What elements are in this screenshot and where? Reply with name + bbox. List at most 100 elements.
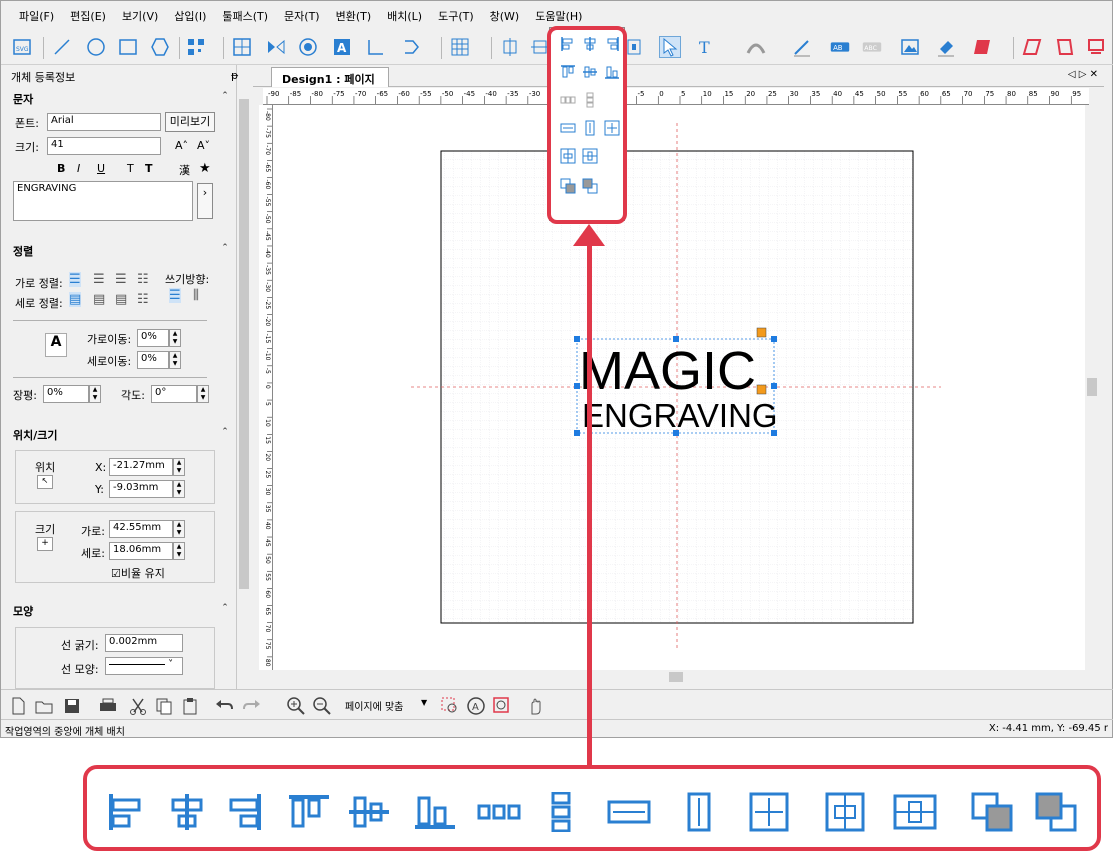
- menu-toolpath[interactable]: 툴패스(T): [222, 8, 268, 24]
- font-grow-icon[interactable]: A˄: [175, 139, 188, 152]
- size-anchor-icon[interactable]: +: [37, 537, 53, 551]
- ellipse-tool-icon[interactable]: [85, 36, 107, 58]
- dimension-tool-icon[interactable]: [365, 36, 387, 58]
- rotate-handle[interactable]: [756, 327, 767, 338]
- width-spinner[interactable]: ▲ ▼: [173, 520, 185, 538]
- text-input[interactable]: ENGRAVING: [13, 181, 193, 221]
- font-select[interactable]: Arial: [47, 113, 161, 131]
- offset-tool-icon[interactable]: [297, 36, 319, 58]
- table-tool-icon[interactable]: [231, 36, 253, 58]
- zoom-fit-dropdown[interactable]: 페이지에 맞춤: [345, 698, 403, 713]
- zoom-text-icon[interactable]: A: [465, 695, 487, 717]
- menu-edit[interactable]: 편집(E): [70, 8, 106, 24]
- font-shrink-icon[interactable]: A˅: [197, 139, 210, 152]
- v-move-spinner[interactable]: ▲ ▼: [169, 351, 181, 369]
- menu-help[interactable]: 도움말(H): [535, 8, 582, 24]
- new-file-icon[interactable]: [7, 695, 29, 717]
- bold-button[interactable]: B: [57, 162, 65, 175]
- zoom-page-icon[interactable]: [491, 695, 513, 717]
- eraser-tool-icon[interactable]: [935, 36, 957, 58]
- y-spinner[interactable]: ▲ ▼: [173, 480, 185, 498]
- h-align-left-icon[interactable]: ☰: [69, 272, 81, 287]
- italic-button[interactable]: I: [77, 162, 80, 175]
- collapse-icon[interactable]: ⌃: [219, 90, 231, 102]
- curve-text-icon[interactable]: [745, 36, 767, 58]
- horizontal-scrollbar[interactable]: [273, 670, 1085, 684]
- text-expand-button[interactable]: ›: [197, 183, 213, 219]
- keep-ratio-checkbox[interactable]: ☑비율 유지: [111, 565, 165, 581]
- tab-design1[interactable]: Design1 : 페이지1*: [271, 67, 389, 100]
- menu-tools[interactable]: 도구(T): [438, 8, 474, 24]
- line-tool-icon[interactable]: [51, 36, 73, 58]
- y-input[interactable]: -9.03mm: [109, 480, 173, 498]
- v-move-input[interactable]: 0%: [137, 351, 169, 369]
- path-tool-icon[interactable]: [401, 36, 423, 58]
- v-align-top-icon[interactable]: ▤: [69, 292, 82, 307]
- hanja-button[interactable]: 漢: [179, 162, 190, 178]
- skew-tool-icon[interactable]: [1021, 36, 1043, 58]
- symbol-star-icon[interactable]: ★: [199, 161, 211, 176]
- menu-arrange[interactable]: 배치(L): [387, 8, 422, 24]
- text-tool-icon[interactable]: A: [331, 36, 353, 58]
- copy-icon[interactable]: [153, 695, 175, 717]
- rect-tool-icon[interactable]: [117, 36, 139, 58]
- vertical-writing-icon[interactable]: ⫼: [193, 288, 199, 303]
- height-input[interactable]: 18.06mm: [109, 542, 173, 560]
- menu-transform[interactable]: 변환(T): [336, 8, 372, 24]
- collapse-icon[interactable]: ⌃: [219, 426, 231, 438]
- height-spinner[interactable]: ▲ ▼: [173, 542, 185, 560]
- text-magic[interactable]: MAGIC: [579, 341, 756, 401]
- horizontal-writing-icon[interactable]: ☰: [169, 288, 181, 303]
- h-align-right-icon[interactable]: ☰: [115, 272, 127, 287]
- hand-pan-icon[interactable]: [525, 695, 547, 717]
- tab-nav[interactable]: ◁ ▷ ✕: [1068, 69, 1098, 80]
- image-tool-icon[interactable]: [899, 36, 921, 58]
- x-input[interactable]: -21.27mm: [109, 458, 173, 476]
- h-align-center-icon[interactable]: ☰: [93, 272, 105, 287]
- strike-button[interactable]: T: [127, 162, 134, 175]
- v-align-bottom-icon[interactable]: ▤: [115, 292, 127, 307]
- panel-scrollbar[interactable]: [237, 85, 251, 689]
- anchor-handle[interactable]: [756, 384, 767, 395]
- zoom-dropdown-arrow[interactable]: ▼: [421, 698, 427, 707]
- size-select[interactable]: 41: [47, 137, 161, 155]
- zoom-select-icon[interactable]: [439, 695, 461, 717]
- menu-file[interactable]: 파일(F): [19, 8, 54, 24]
- undo-icon[interactable]: [213, 695, 235, 717]
- save-icon[interactable]: [61, 695, 83, 717]
- zoom-out-icon[interactable]: [311, 695, 333, 717]
- polygon-tool-icon[interactable]: [149, 36, 171, 58]
- text-engraving[interactable]: ENGRAVING: [582, 397, 778, 434]
- array-tool-icon[interactable]: [449, 36, 471, 58]
- printer-icon[interactable]: [97, 695, 119, 717]
- h-move-input[interactable]: 0%: [137, 329, 169, 347]
- v-align-middle-icon[interactable]: ▤: [93, 292, 105, 307]
- line-style-select[interactable]: ˅: [105, 657, 183, 675]
- x-spinner[interactable]: ▲ ▼: [173, 458, 185, 476]
- fill-tool-icon[interactable]: [971, 36, 993, 58]
- open-folder-icon[interactable]: [33, 695, 55, 717]
- h-move-spinner[interactable]: ▲ ▼: [169, 329, 181, 347]
- zoom-in-icon[interactable]: [285, 695, 307, 717]
- text-outline-icon[interactable]: AB: [827, 36, 853, 58]
- qrcode-tool-icon[interactable]: [185, 36, 207, 58]
- mirror-tool-icon[interactable]: [265, 36, 287, 58]
- char-width-spinner[interactable]: ▲ ▼: [89, 385, 101, 403]
- paste-icon[interactable]: [179, 695, 201, 717]
- line-width-select[interactable]: 0.002mm: [105, 634, 183, 652]
- pen-tool-icon[interactable]: [791, 36, 813, 58]
- cut-icon[interactable]: [127, 695, 149, 717]
- print-tool-icon[interactable]: [1085, 36, 1107, 58]
- underline-button[interactable]: U: [97, 162, 105, 175]
- vertical-scrollbar[interactable]: [1085, 105, 1099, 670]
- svg-import-icon[interactable]: SVG: [11, 36, 33, 58]
- h-align-justify-icon[interactable]: ☷: [137, 272, 149, 287]
- design-canvas[interactable]: MAGIC ENGRAVING: [273, 105, 1085, 670]
- shear-tool-icon[interactable]: [1053, 36, 1075, 58]
- menu-view[interactable]: 보기(V): [122, 8, 158, 24]
- position-anchor-icon[interactable]: ↖: [37, 475, 53, 489]
- angle-input[interactable]: 0°: [151, 385, 197, 403]
- center-v-tool-icon[interactable]: [499, 36, 521, 58]
- v-align-justify-icon[interactable]: ☷: [137, 292, 149, 307]
- outline-button[interactable]: T: [145, 162, 153, 175]
